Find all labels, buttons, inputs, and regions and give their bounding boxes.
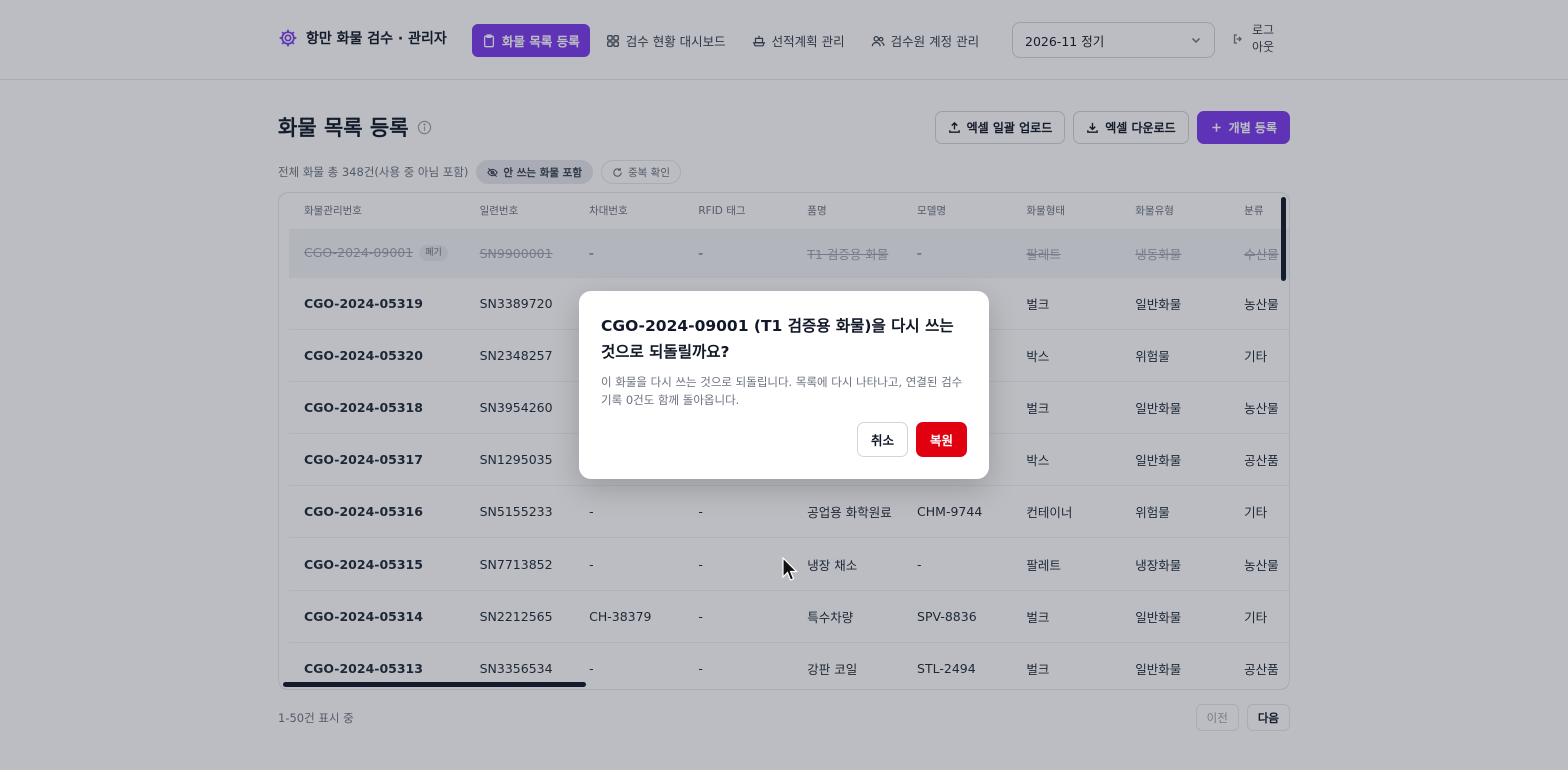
dialog-title: CGO-2024-09001 (T1 검증용 화물)을 다시 쓰는 것으로 되돌… [601, 317, 954, 361]
dialog-description: 이 화물을 다시 쓰는 것으로 되돌립니다. 목록에 다시 나타나고, 연결된 … [601, 375, 963, 407]
restore-button[interactable]: 복원 [915, 422, 967, 457]
mouse-cursor-icon [782, 557, 798, 581]
restore-confirm-dialog: CGO-2024-09001 (T1 검증용 화물)을 다시 쓰는 것으로 되돌… [579, 291, 989, 479]
cancel-button[interactable]: 취소 [856, 422, 908, 457]
dialog-actions: 취소 복원 [856, 422, 967, 457]
